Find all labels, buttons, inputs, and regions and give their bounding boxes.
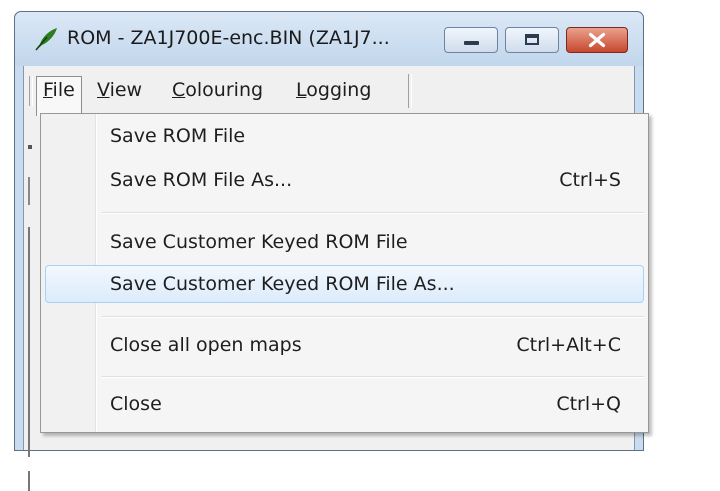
menu-item-save-customer-keyed-rom-file[interactable]: Save Customer Keyed ROM File [45, 223, 644, 261]
menu-item-save-rom-file[interactable]: Save ROM File [45, 117, 644, 155]
window-title: ROM - ZA1J700E-enc.BIN (ZA1J7... [67, 27, 390, 49]
menu-separator [101, 376, 644, 378]
panel-mark [28, 227, 30, 457]
maximize-icon [525, 34, 539, 45]
minimize-icon [464, 41, 479, 45]
maximize-button[interactable] [505, 27, 559, 53]
panel-mark [28, 177, 30, 205]
panel-mark [28, 145, 32, 149]
menu-separator [101, 212, 644, 214]
panel-mark [28, 471, 30, 491]
menu-view-rest: iew [109, 79, 143, 101]
menu-logging-mnemonic: L [296, 79, 307, 101]
menu-item-label: Save Customer Keyed ROM File [110, 231, 408, 253]
title-bar[interactable]: ROM - ZA1J700E-enc.BIN (ZA1J7... [15, 12, 643, 66]
menu-file[interactable]: File [36, 76, 82, 116]
menu-colouring-mnemonic: C [172, 79, 186, 101]
menu-item-save-rom-file-as[interactable]: Save ROM File As... Ctrl+S [45, 161, 644, 199]
menu-separator [101, 316, 644, 318]
menu-item-close[interactable]: Close Ctrl+Q [45, 385, 644, 423]
quill-pen-icon [35, 28, 57, 51]
file-menu-dropdown: Save ROM File Save ROM File As... Ctrl+S… [40, 113, 649, 433]
menu-item-save-customer-keyed-rom-file-as[interactable]: Save Customer Keyed ROM File As... [45, 265, 644, 303]
menubar-grip [29, 76, 33, 106]
menu-view-mnemonic: V [97, 79, 110, 101]
menu-view[interactable]: View [91, 76, 148, 105]
menu-colouring[interactable]: Colouring [166, 76, 269, 105]
menu-item-label: Save ROM File As... [110, 169, 293, 191]
menu-bar: File View Colouring Logging [24, 66, 634, 116]
menu-item-label: Save ROM File [110, 125, 246, 147]
menu-colouring-rest: olouring [185, 79, 264, 101]
menu-item-shortcut: Ctrl+Alt+C [516, 334, 621, 356]
menu-item-label: Close all open maps [110, 334, 302, 356]
menubar-separator [408, 74, 412, 108]
minimize-button[interactable] [444, 27, 498, 53]
menu-logging-rest: ogging [306, 79, 372, 101]
menu-item-shortcut: Ctrl+S [559, 169, 621, 191]
menu-item-label: Save Customer Keyed ROM File As... [110, 273, 455, 295]
close-window-button[interactable] [566, 27, 628, 53]
menu-item-shortcut: Ctrl+Q [556, 393, 621, 415]
close-icon [588, 32, 606, 48]
menu-logging[interactable]: Logging [290, 76, 377, 105]
menu-item-close-all-open-maps[interactable]: Close all open maps Ctrl+Alt+C [45, 326, 644, 364]
menu-item-label: Close [110, 393, 162, 415]
menu-file-rest: ile [52, 79, 75, 101]
menu-file-mnemonic: F [43, 79, 53, 101]
